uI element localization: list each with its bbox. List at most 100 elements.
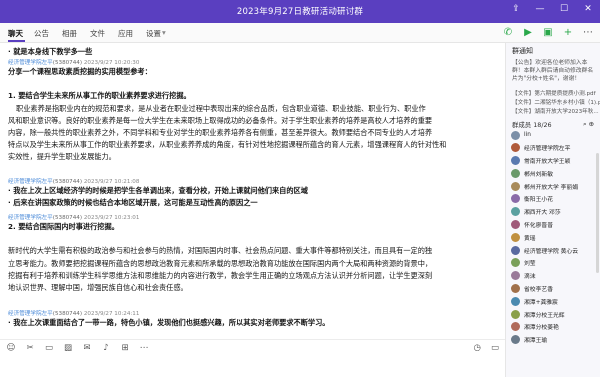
message-text: 分享一个课程思政素质挖掘的实用模型参考： <box>8 67 152 76</box>
member-tools[interactable]: ⌕ ⊕ <box>583 120 594 129</box>
message: 经济管理学院左平(5380744) 2023/9/27 10:23:01 2. … <box>8 213 498 294</box>
member-name: 衡阳王小花 <box>524 197 553 204</box>
avatar <box>511 220 520 230</box>
scrollbar[interactable] <box>596 153 599 273</box>
avatar <box>511 156 520 166</box>
message-text: 内容，除一般共性的职业素养之外，不同学科和专业对学生的职业素养培养各有侧重，甚至… <box>8 128 433 138</box>
gift-icon[interactable]: ✉ <box>82 343 92 353</box>
message-text: · 我在上次上区域经济学的时候是把学生各单调出来，查看分校，开始上课就问他们来自… <box>8 186 308 195</box>
add-member-icon[interactable]: + <box>562 27 574 39</box>
message: 经济管理学院左平(5380744) 2023/9/27 10:24:11 · 我… <box>8 309 498 329</box>
member-item[interactable]: 经济管理学院 黄心云 <box>506 244 600 257</box>
active-tab-indicator <box>8 40 25 42</box>
scissors-icon[interactable]: ✂ <box>25 343 35 353</box>
video-icon[interactable]: ▶ <box>522 27 534 39</box>
tab-files[interactable]: 文件 <box>90 28 105 39</box>
message-text: 地认识世界、理解中国，增强民族自信心和社会责任感。 <box>8 283 188 293</box>
image-icon[interactable]: ▨ <box>63 343 73 353</box>
message-text: 立思考能力。教师要把挖掘课程所蕴含的思想政治教育元素和所承载的思想政治教育功能放… <box>8 258 433 268</box>
maximize-icon[interactable]: ☐ <box>558 4 570 14</box>
member-item[interactable]: 湘西开大 邓莎 <box>506 205 600 218</box>
file-item[interactable]: 【文件】第六期提质提质小测.pdf <box>506 90 600 99</box>
avatar <box>511 322 520 332</box>
chat-icon[interactable]: ▭ <box>491 343 499 353</box>
emoji-icon[interactable]: ☺ <box>6 343 16 353</box>
mic-icon[interactable]: ♪ <box>101 343 111 353</box>
avatar <box>511 309 520 319</box>
more-icon[interactable]: ⋯ <box>139 343 149 353</box>
tab-announcement[interactable]: 公告 <box>34 28 49 39</box>
notice-text[interactable]: 【公告】欢迎各位老师加入本群！本群入群后请自动修改群名片为"分校+姓名"，谢谢！ <box>506 59 600 84</box>
message-text: 实效性，提升学生职业发展能力。 <box>8 152 116 162</box>
avatar <box>511 168 520 178</box>
member-name: 经济管理学院 黄心云 <box>524 248 579 255</box>
member-name: 湘西开大 邓莎 <box>524 210 561 217</box>
member-item[interactable]: 湘潭王瑜 <box>506 333 600 346</box>
folder-icon[interactable]: ▭ <box>44 343 54 353</box>
member-name: 黄瑶 <box>524 235 536 242</box>
notice-title: 群通知 <box>512 47 533 55</box>
window-controls: ⇪ — ☐ ✕ <box>510 4 594 14</box>
member-name: 湘潭分校王光辉 <box>524 312 565 319</box>
chat-toolbar: ✆ ▶ ▣ + ⋯ <box>502 27 594 39</box>
member-item[interactable]: 郴州刘新敏 <box>506 167 600 180</box>
history-icon[interactable]: ◷ <box>474 343 481 353</box>
screen-share-icon[interactable]: ▣ <box>542 27 554 39</box>
avatar <box>511 271 520 281</box>
avatar <box>511 284 520 294</box>
member-name: 滴沫 <box>524 274 536 281</box>
tab-apps[interactable]: 应用 <box>118 28 133 39</box>
member-item[interactable]: 经济管理学院左平 <box>506 141 600 154</box>
message-text: 新时代的大学生需有积极的政治参与和社会参与的热情，对国际国内时事、社会热点问题、… <box>8 246 433 256</box>
tab-settings[interactable]: 设置 <box>146 28 161 39</box>
avatar <box>511 296 520 306</box>
tab-chat[interactable]: 聊天 <box>8 28 23 39</box>
more-icon[interactable]: ⋯ <box>582 27 594 39</box>
message: · 就是本身线下教学多一些 <box>8 46 498 58</box>
title-bar: 2023年9月27日教研活动研讨群 ⇪ — ☐ ✕ <box>0 0 600 23</box>
member-item[interactable]: 湘潭分校王光辉 <box>506 308 600 321</box>
avatar <box>511 181 520 191</box>
chat-area[interactable]: · 就是本身线下教学多一些 经济管理学院左平(5380744) 2023/9/2… <box>0 43 505 339</box>
member-name: 郴州开放大学 李丽娟 <box>524 184 579 191</box>
member-item[interactable]: 滴沫 <box>506 269 600 282</box>
message-meta: 经济管理学院左平(5380744) 2023/9/27 10:21:08 <box>8 177 498 185</box>
member-name: 常南开放大学王颖 <box>524 159 571 166</box>
member-list: lin 经济管理学院左平常南开放大学王颖 郴州刘新敏郴州开放大学 李丽娟 衡阳王小花湘… <box>506 129 600 347</box>
message-input-area[interactable]: ☺ ✂ ▭ ▨ ✉ ♪ ⊞ ⋯ ◷ ▭ <box>0 339 505 377</box>
avatar <box>511 232 520 242</box>
message-text: · 我在上次课重面结合了一带一路，特色小镇，发现他们也挺感兴趣，所以其实对老师要… <box>8 318 330 327</box>
avatar <box>511 130 520 140</box>
file-item[interactable]: 【文件】二湘铭华东乡村小镇（1).pdf <box>506 99 600 108</box>
message-text: 风和职业意识等。良好的职业素养是每一位大学生在未来职场上取得成功的必备条件。对于… <box>8 115 433 125</box>
message: 经济管理学院左平(5380744) 2023/9/27 10:21:08 · 我… <box>8 177 498 209</box>
member-name: 刘莹 <box>524 261 536 268</box>
avatar <box>511 207 520 217</box>
member-item[interactable]: 怀化廖晋普 <box>506 218 600 231</box>
message-text: 挖掘有利于培养和训练学生科学思维方法和思维能力的内容进行教学，教会学生用正确的立… <box>8 270 433 280</box>
phone-icon[interactable]: ✆ <box>502 27 514 39</box>
message-meta: 经济管理学院左平(5380744) 2023/9/27 10:24:11 <box>8 309 498 317</box>
message-text: 职业素养是指职业内在的规范和要求，是从业者在职业过程中表现出来的综合品质，包含职… <box>16 103 426 113</box>
member-item[interactable]: 黄瑶 <box>506 231 600 244</box>
member-item[interactable]: 湘潭分校姜艳 <box>506 321 600 334</box>
apps-icon[interactable]: ⊞ <box>120 343 130 353</box>
member-item[interactable]: 刘莹 <box>506 257 600 270</box>
minimize-icon[interactable]: — <box>534 4 546 14</box>
file-item[interactable]: 【文件】湖南开放大学2023年秋... <box>506 108 600 117</box>
member-item[interactable]: lin <box>506 129 600 142</box>
tab-album[interactable]: 相册 <box>62 28 77 39</box>
member-name: 湘潭分校姜艳 <box>524 325 559 332</box>
member-item[interactable]: 常南开放大学王颖 <box>506 154 600 167</box>
avatar <box>511 245 520 255</box>
member-item[interactable]: 省校李艺香 <box>506 282 600 295</box>
message-meta: 经济管理学院左平(5380744) 2023/9/27 10:20:30 <box>8 58 498 66</box>
chevron-down-icon[interactable]: ▾ <box>162 28 166 37</box>
member-item[interactable]: 郴州开放大学 李丽娟 <box>506 180 600 193</box>
close-icon[interactable]: ✕ <box>582 4 594 14</box>
message-text: 2. 要结合国际国内时事进行挖掘。 <box>8 222 119 231</box>
message-meta: 经济管理学院左平(5380744) 2023/9/27 10:23:01 <box>8 213 498 221</box>
share-icon[interactable]: ⇪ <box>510 4 522 14</box>
member-item[interactable]: 衡阳王小花 <box>506 193 600 206</box>
member-item[interactable]: 湘潭+龚雅宸 <box>506 295 600 308</box>
